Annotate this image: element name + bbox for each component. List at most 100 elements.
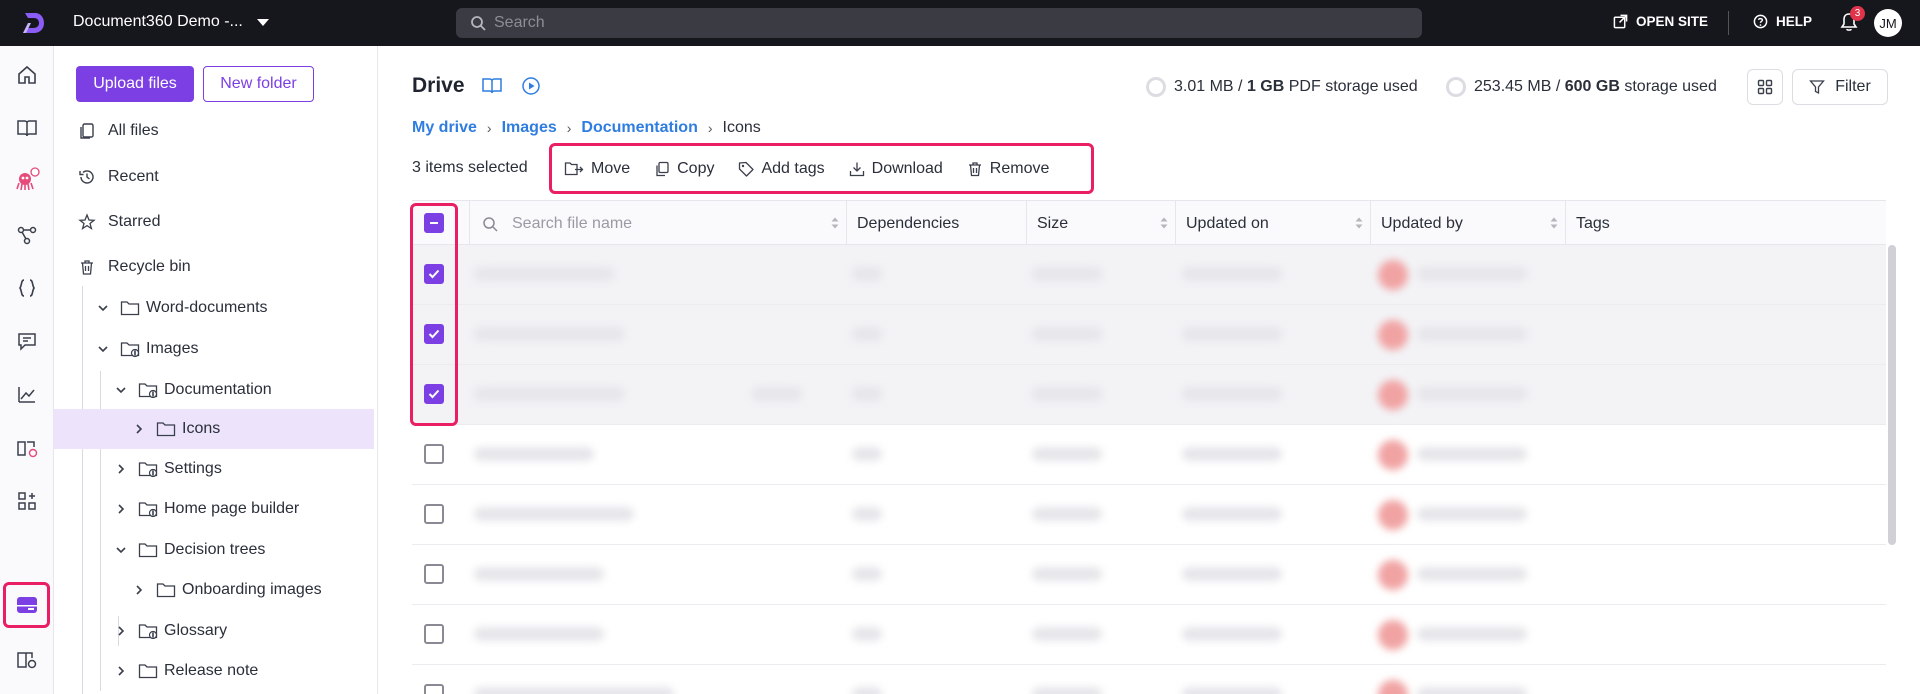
table-row[interactable] bbox=[412, 365, 1886, 425]
tree-folder-onboarding-images[interactable]: Onboarding images bbox=[130, 577, 322, 603]
copy-button[interactable]: Copy bbox=[654, 160, 714, 178]
analytics-icon[interactable] bbox=[13, 381, 41, 409]
files-icon bbox=[80, 123, 94, 139]
project-switcher[interactable]: Document360 Demo -... bbox=[73, 13, 269, 31]
row-checkbox[interactable] bbox=[424, 504, 444, 524]
top-bar: Document360 Demo -... OPEN SITE HELP 3 J… bbox=[0, 0, 1920, 46]
nav-starred[interactable]: Starred bbox=[78, 213, 160, 231]
avatar[interactable]: JM bbox=[1874, 9, 1902, 37]
nav-recycle-bin[interactable]: Recycle bin bbox=[78, 258, 191, 276]
drive-icon[interactable] bbox=[13, 591, 41, 619]
new-folder-button[interactable]: New folder bbox=[203, 66, 314, 102]
icon-rail bbox=[0, 46, 54, 694]
chevron-right-icon[interactable] bbox=[112, 460, 130, 478]
table-scrollbar[interactable] bbox=[1888, 245, 1896, 545]
row-checkbox[interactable] bbox=[424, 564, 444, 584]
user-redacted bbox=[1417, 507, 1527, 521]
tree-folder-documentation[interactable]: Documentation bbox=[112, 377, 272, 403]
book-star-icon[interactable] bbox=[13, 434, 41, 462]
row-checkbox[interactable] bbox=[424, 624, 444, 644]
code-braces-icon[interactable] bbox=[13, 274, 41, 302]
help-button[interactable]: HELP bbox=[1753, 14, 1812, 29]
tree-label: Icons bbox=[182, 420, 221, 437]
nav-label: Recycle bin bbox=[108, 258, 191, 275]
move-button[interactable]: Move bbox=[564, 160, 630, 178]
apps-icon[interactable] bbox=[13, 487, 41, 515]
table-row[interactable] bbox=[412, 605, 1886, 665]
sort-icon[interactable] bbox=[1354, 216, 1364, 230]
workflow-icon[interactable] bbox=[13, 221, 41, 249]
book-settings-icon[interactable] bbox=[13, 646, 41, 674]
sort-icon[interactable] bbox=[830, 216, 840, 230]
tree-folder-decision-trees[interactable]: Decision trees bbox=[112, 537, 265, 563]
tree-folder-release-note[interactable]: Release note bbox=[112, 658, 258, 684]
file-name-redacted bbox=[474, 447, 594, 461]
chevron-right-icon[interactable] bbox=[112, 662, 130, 680]
row-checkbox[interactable] bbox=[424, 684, 444, 694]
book-icon[interactable] bbox=[13, 114, 41, 142]
table-row[interactable] bbox=[412, 425, 1886, 485]
checkbox-highlight-frame bbox=[410, 203, 458, 426]
tree-folder-word-documents[interactable]: Word-documents bbox=[94, 295, 268, 321]
download-button[interactable]: Download bbox=[849, 160, 943, 178]
global-search-input[interactable] bbox=[494, 14, 1394, 32]
tree-folder-images[interactable]: Images bbox=[94, 336, 198, 362]
user-redacted bbox=[1417, 447, 1527, 461]
pdf-storage-indicator: 3.01 MB / 1 GB PDF storage used bbox=[1146, 77, 1418, 97]
table-row[interactable] bbox=[412, 485, 1886, 545]
grid-view-button[interactable] bbox=[1747, 69, 1783, 105]
home-icon[interactable] bbox=[13, 61, 41, 89]
tree-folder-glossary[interactable]: Glossary bbox=[112, 618, 227, 644]
table-row[interactable] bbox=[412, 665, 1886, 694]
breadcrumb-documentation[interactable]: Documentation bbox=[581, 119, 697, 137]
page-title: Drive bbox=[412, 74, 465, 97]
table-row[interactable] bbox=[412, 305, 1886, 365]
book-open-icon[interactable] bbox=[481, 76, 503, 96]
chevron-down-icon[interactable] bbox=[112, 381, 130, 399]
sort-icon[interactable] bbox=[1159, 216, 1169, 230]
col-size[interactable]: Size bbox=[1027, 201, 1176, 246]
sort-icon[interactable] bbox=[1549, 216, 1559, 230]
robot-icon[interactable] bbox=[13, 166, 41, 194]
upload-files-button[interactable]: Upload files bbox=[76, 66, 194, 102]
table-row[interactable] bbox=[412, 545, 1886, 605]
chevron-down-icon[interactable] bbox=[112, 541, 130, 559]
chevron-right-icon[interactable] bbox=[112, 622, 130, 640]
breadcrumb-images[interactable]: Images bbox=[502, 119, 557, 137]
document360-logo[interactable] bbox=[20, 10, 46, 36]
dependencies-redacted bbox=[852, 327, 882, 341]
chevron-down-icon[interactable] bbox=[94, 299, 112, 317]
avatar bbox=[1378, 620, 1408, 650]
notification-badge: 3 bbox=[1850, 6, 1865, 21]
filter-button[interactable]: Filter bbox=[1792, 69, 1888, 105]
tree-folder-home-page-builder[interactable]: Home page builder bbox=[112, 496, 299, 522]
col-updated-by[interactable]: Updated by bbox=[1371, 201, 1566, 246]
column-label: Updated on bbox=[1186, 214, 1269, 232]
table-row[interactable] bbox=[412, 245, 1886, 305]
breadcrumb-my-drive[interactable]: My drive bbox=[412, 119, 477, 137]
size-redacted bbox=[1032, 687, 1102, 694]
chevron-right-icon[interactable] bbox=[130, 420, 148, 438]
play-circle-icon[interactable] bbox=[521, 76, 541, 96]
add-tags-button[interactable]: Add tags bbox=[738, 160, 825, 178]
global-search[interactable] bbox=[456, 8, 1422, 38]
nav-all-files[interactable]: All files bbox=[78, 122, 159, 140]
col-updated-on[interactable]: Updated on bbox=[1176, 201, 1371, 246]
chevron-right-icon[interactable] bbox=[112, 500, 130, 518]
comment-icon[interactable] bbox=[13, 327, 41, 355]
chevron-right-icon: › bbox=[707, 120, 713, 136]
row-checkbox[interactable] bbox=[424, 444, 444, 464]
shared-folder-icon bbox=[138, 501, 158, 517]
tree-folder-settings[interactable]: Settings bbox=[112, 456, 222, 482]
tree-folder-icons[interactable]: Icons bbox=[130, 416, 220, 442]
file-name-search-header[interactable]: Search file name bbox=[470, 201, 847, 246]
filter-icon bbox=[1809, 80, 1826, 95]
chevron-down-icon[interactable] bbox=[94, 340, 112, 358]
nav-recent[interactable]: Recent bbox=[78, 168, 159, 186]
open-site-button[interactable]: OPEN SITE bbox=[1613, 14, 1708, 29]
pdf-storage-suffix: PDF storage used bbox=[1288, 78, 1418, 95]
storage-suffix: storage used bbox=[1624, 78, 1717, 95]
chevron-right-icon[interactable] bbox=[130, 581, 148, 599]
nav-label: Recent bbox=[108, 168, 159, 185]
remove-button[interactable]: Remove bbox=[967, 160, 1049, 178]
